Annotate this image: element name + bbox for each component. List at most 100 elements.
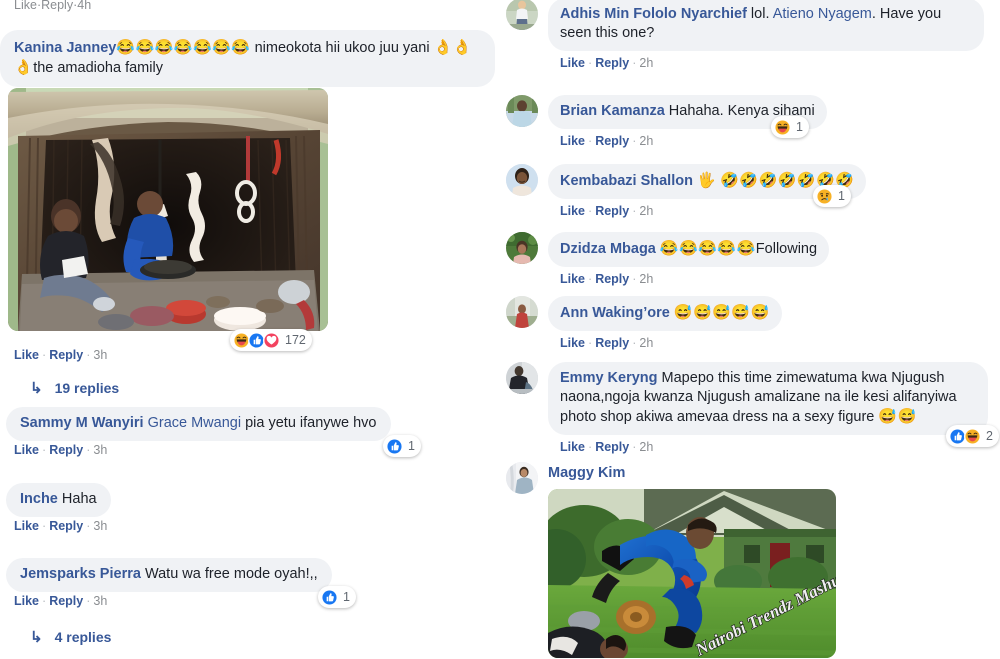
reaction-pill[interactable]: 1	[813, 185, 851, 207]
like-reaction-icon	[386, 437, 403, 455]
meta-row: Like · Reply · 3h	[14, 519, 108, 533]
reply-action[interactable]: Reply	[595, 134, 629, 148]
reaction-pill[interactable]: 1	[771, 116, 809, 138]
avatar[interactable]	[506, 95, 538, 127]
comment-author[interactable]: Adhis Min Fololo Nyarchief	[560, 6, 747, 22]
meta-row-top: Like·Reply·4h	[14, 0, 92, 12]
comment-mention[interactable]: Atieno Nyagem	[773, 6, 872, 22]
comment-author[interactable]: Maggy Kim	[548, 462, 1000, 481]
comment-author[interactable]: Kanina Janney	[14, 40, 116, 56]
reaction-count: 172	[285, 333, 306, 347]
avatar[interactable]	[506, 232, 538, 264]
meta-row: Like · Reply · 3h	[14, 443, 108, 457]
reply-action[interactable]: Reply	[595, 56, 629, 70]
like-action[interactable]: Like	[560, 134, 585, 148]
timestamp: 4h	[77, 0, 92, 12]
reply-action[interactable]: Reply	[595, 336, 629, 350]
meta-row: Like · Reply · 2h	[560, 204, 654, 219]
view-replies-link[interactable]: ↳ 4 replies	[16, 621, 111, 645]
meta-row: Like · Reply · 2h	[560, 272, 654, 287]
like-action[interactable]: Like	[14, 594, 39, 608]
reaction-count: 2	[986, 429, 993, 443]
reaction-pill[interactable]: 2	[946, 425, 999, 447]
comments-page: Like·Reply·4h Kanina Janney😂😂😂😂😂😂😂 nimeo…	[0, 0, 1000, 659]
comment-photo-hut[interactable]	[8, 88, 328, 331]
like-action[interactable]: Like	[14, 519, 39, 533]
like-action[interactable]: Like	[14, 443, 39, 457]
comment-text-pre: lol.	[746, 6, 773, 22]
reaction-pill[interactable]: 172	[230, 329, 312, 351]
reply-arrow-icon: ↳	[30, 628, 43, 646]
comment-adhis-min-fololo-nyarchief: Adhis Min Fololo Nyarchief lol. Atieno N…	[500, 0, 1000, 70]
comment-kanina-janney: Kanina Janney😂😂😂😂😂😂😂 nimeokota hii ukoo …	[0, 30, 500, 396]
meta-row: Like · Reply · 3h	[14, 348, 108, 362]
comment-author[interactable]: Emmy Keryng	[560, 370, 658, 386]
reply-action[interactable]: Reply	[595, 204, 629, 218]
meta-row: Like · Reply · 3h	[14, 594, 108, 608]
emoji-run: 😅😅😅😅😅	[673, 304, 770, 321]
comment-bubble: Adhis Min Fololo Nyarchief lol. Atieno N…	[548, 0, 984, 52]
like-action[interactable]: Like	[560, 56, 585, 70]
emoji-run: 😂😂😂😂😂	[659, 240, 756, 257]
timestamp: 3h	[93, 443, 108, 457]
reply-action[interactable]: Reply	[49, 348, 83, 362]
reply-action[interactable]: Reply	[595, 440, 629, 454]
comment-mention[interactable]: Grace Mwangi	[148, 415, 241, 431]
like-action[interactable]: Like	[560, 440, 585, 454]
left-comment-column: Like·Reply·4h Kanina Janney😂😂😂😂😂😂😂 nimeo…	[0, 0, 500, 659]
comment-author[interactable]: Sammy M Wanyiri	[20, 415, 144, 431]
comment-author[interactable]: Kembabazi Shallon	[560, 173, 693, 189]
avatar[interactable]	[506, 362, 538, 394]
comment-text: Following	[755, 241, 818, 257]
meta-row: Like · Reply · 2h	[560, 336, 654, 351]
avatar[interactable]	[506, 296, 538, 328]
reaction-pill[interactable]: 1	[383, 435, 421, 457]
comment-bubble: Ann Waking’ore 😅😅😅😅😅	[548, 296, 782, 332]
comment-author[interactable]: Brian Kamanza	[560, 103, 665, 119]
timestamp: 3h	[93, 594, 108, 608]
comment-bubble: Emmy Keryng Mapepo this time zimewatuma …	[548, 362, 988, 436]
reaction-count: 1	[343, 590, 350, 604]
reaction-count: 1	[838, 189, 845, 203]
reaction-count: 1	[796, 120, 803, 134]
timestamp: 2h	[639, 204, 654, 219]
comment-text: Haha	[57, 491, 97, 507]
comment-text: pia yetu ifanywe hvo	[241, 415, 377, 431]
comment-text-2: the amadioha family	[33, 60, 163, 77]
view-replies-link[interactable]: ↳ 19 replies	[16, 372, 119, 396]
reply-action[interactable]: Reply	[49, 443, 83, 457]
reply-action[interactable]: Reply	[595, 272, 629, 286]
meta-row: Like · Reply · 2h	[560, 440, 654, 455]
avatar[interactable]	[506, 164, 538, 196]
comment-author[interactable]: Ann Waking’ore	[560, 305, 670, 321]
comment-dzidza-mbaga: Dzidza Mbaga 😂😂😂😂😂Following Like · Reply · 2…	[500, 232, 1000, 286]
reaction-count: 1	[408, 439, 415, 453]
like-action[interactable]: Like	[14, 0, 37, 12]
comment-bubble: Sammy M Wanyiri Grace Mwangi pia yetu if…	[6, 407, 391, 442]
avatar[interactable]	[506, 462, 538, 494]
reply-action[interactable]: Reply	[49, 519, 83, 533]
meta-row: Like · Reply · 2h	[560, 56, 654, 71]
like-reaction-icon	[321, 588, 338, 606]
timestamp: 2h	[639, 440, 654, 455]
reply-action[interactable]: Reply	[49, 594, 83, 608]
comment-photo-meme[interactable]: Nairobi Trendz Mashup	[548, 489, 836, 658]
reaction-pill[interactable]: 1	[318, 586, 356, 608]
comment-author[interactable]: Jemsparks Pierra	[20, 566, 141, 582]
reply-action[interactable]: Reply	[41, 0, 73, 12]
comment-author[interactable]: Inche	[20, 491, 58, 507]
like-action[interactable]: Like	[560, 336, 585, 350]
replies-count-label: 4 replies	[54, 629, 112, 645]
haha-reaction-icon	[774, 118, 791, 136]
emoji-hand: 🖐	[696, 172, 717, 189]
like-action[interactable]: Like	[560, 272, 585, 286]
like-action[interactable]: Like	[560, 204, 585, 218]
comment-author[interactable]: Dzidza Mbaga	[560, 241, 656, 257]
haha-reaction-icon	[964, 427, 981, 445]
reply-arrow-icon: ↳	[30, 379, 43, 397]
emoji-run: 😂😂😂😂😂😂😂	[116, 39, 251, 56]
comment-text: Watu wa free mode oyah!,,	[140, 566, 318, 582]
avatar[interactable]	[506, 0, 538, 30]
comment-bubble: Jemsparks Pierra Watu wa free mode oyah!…	[6, 558, 332, 593]
like-action[interactable]: Like	[14, 348, 39, 362]
